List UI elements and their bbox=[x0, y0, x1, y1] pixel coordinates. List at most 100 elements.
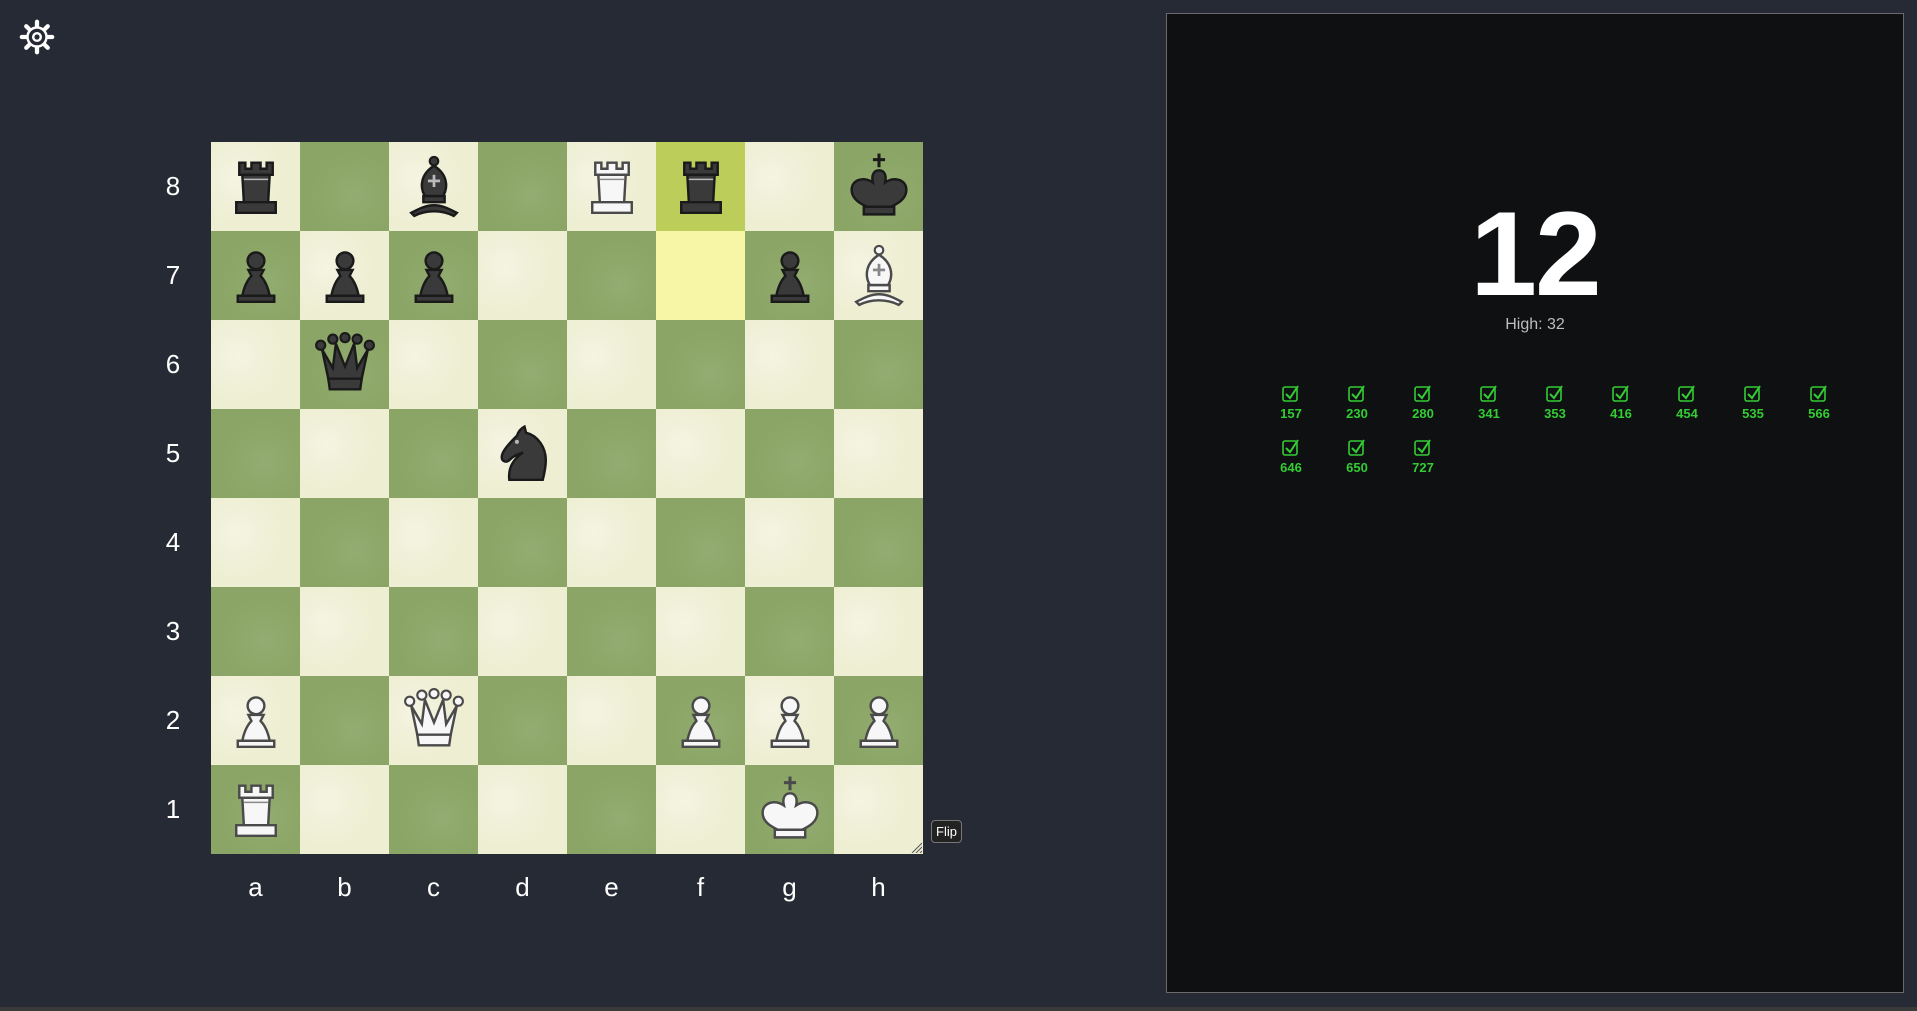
square-b7[interactable] bbox=[300, 231, 389, 320]
square-b1[interactable] bbox=[300, 765, 389, 854]
black-pawn-icon[interactable] bbox=[396, 238, 472, 314]
square-b4[interactable] bbox=[300, 498, 389, 587]
history-item[interactable]: 566 bbox=[1786, 384, 1852, 438]
history-item[interactable]: 454 bbox=[1654, 384, 1720, 438]
square-h6[interactable] bbox=[834, 320, 923, 409]
history-item[interactable]: 416 bbox=[1588, 384, 1654, 438]
square-f4[interactable] bbox=[656, 498, 745, 587]
square-a3[interactable] bbox=[211, 587, 300, 676]
white-bishop-icon[interactable] bbox=[841, 238, 917, 314]
square-b8[interactable] bbox=[300, 142, 389, 231]
square-c2[interactable] bbox=[389, 676, 478, 765]
square-d1[interactable] bbox=[478, 765, 567, 854]
square-e6[interactable] bbox=[567, 320, 656, 409]
history-item[interactable]: 650 bbox=[1324, 438, 1390, 492]
square-c8[interactable] bbox=[389, 142, 478, 231]
square-b5[interactable] bbox=[300, 409, 389, 498]
square-e7[interactable] bbox=[567, 231, 656, 320]
square-b2[interactable] bbox=[300, 676, 389, 765]
square-d4[interactable] bbox=[478, 498, 567, 587]
square-f3[interactable] bbox=[656, 587, 745, 676]
square-d2[interactable] bbox=[478, 676, 567, 765]
square-h2[interactable] bbox=[834, 676, 923, 765]
black-knight-icon[interactable] bbox=[485, 416, 561, 492]
square-a5[interactable] bbox=[211, 409, 300, 498]
square-a2[interactable] bbox=[211, 676, 300, 765]
square-a7[interactable] bbox=[211, 231, 300, 320]
black-pawn-icon[interactable] bbox=[307, 238, 383, 314]
white-pawn-icon[interactable] bbox=[752, 683, 828, 759]
square-b3[interactable] bbox=[300, 587, 389, 676]
square-a6[interactable] bbox=[211, 320, 300, 409]
square-h7[interactable] bbox=[834, 231, 923, 320]
file-label: g bbox=[782, 872, 797, 902]
square-c6[interactable] bbox=[389, 320, 478, 409]
black-rook-icon[interactable] bbox=[218, 149, 294, 225]
white-rook-icon[interactable] bbox=[218, 772, 294, 848]
square-g8[interactable] bbox=[745, 142, 834, 231]
square-c4[interactable] bbox=[389, 498, 478, 587]
square-f5[interactable] bbox=[656, 409, 745, 498]
square-f7[interactable] bbox=[656, 231, 745, 320]
black-bishop-icon[interactable] bbox=[396, 149, 472, 225]
square-d5[interactable] bbox=[478, 409, 567, 498]
square-e5[interactable] bbox=[567, 409, 656, 498]
square-d8[interactable] bbox=[478, 142, 567, 231]
square-e4[interactable] bbox=[567, 498, 656, 587]
square-a8[interactable] bbox=[211, 142, 300, 231]
square-c7[interactable] bbox=[389, 231, 478, 320]
settings-gear-icon[interactable] bbox=[18, 18, 56, 56]
square-c3[interactable] bbox=[389, 587, 478, 676]
square-h8[interactable] bbox=[834, 142, 923, 231]
square-f2[interactable] bbox=[656, 676, 745, 765]
square-g6[interactable] bbox=[745, 320, 834, 409]
square-f8[interactable] bbox=[656, 142, 745, 231]
white-king-icon[interactable] bbox=[752, 772, 828, 848]
square-g3[interactable] bbox=[745, 587, 834, 676]
square-h5[interactable] bbox=[834, 409, 923, 498]
history-item[interactable]: 353 bbox=[1522, 384, 1588, 438]
square-g2[interactable] bbox=[745, 676, 834, 765]
file-label: c bbox=[427, 872, 440, 902]
history-item[interactable]: 646 bbox=[1258, 438, 1324, 492]
white-pawn-icon[interactable] bbox=[663, 683, 739, 759]
square-h4[interactable] bbox=[834, 498, 923, 587]
square-c1[interactable] bbox=[389, 765, 478, 854]
history-item[interactable]: 157 bbox=[1258, 384, 1324, 438]
square-a1[interactable] bbox=[211, 765, 300, 854]
white-queen-icon[interactable] bbox=[396, 683, 472, 759]
square-c5[interactable] bbox=[389, 409, 478, 498]
resize-grip-icon[interactable] bbox=[910, 841, 922, 853]
white-pawn-icon[interactable] bbox=[841, 683, 917, 759]
square-d3[interactable] bbox=[478, 587, 567, 676]
black-rook-icon[interactable] bbox=[663, 149, 739, 225]
history-item[interactable]: 535 bbox=[1720, 384, 1786, 438]
history-item[interactable]: 280 bbox=[1390, 384, 1456, 438]
white-rook-icon[interactable] bbox=[574, 149, 650, 225]
chess-board[interactable] bbox=[211, 142, 923, 854]
square-f6[interactable] bbox=[656, 320, 745, 409]
square-f1[interactable] bbox=[656, 765, 745, 854]
white-pawn-icon[interactable] bbox=[218, 683, 294, 759]
square-g4[interactable] bbox=[745, 498, 834, 587]
square-e3[interactable] bbox=[567, 587, 656, 676]
square-e8[interactable] bbox=[567, 142, 656, 231]
history-item[interactable]: 727 bbox=[1390, 438, 1456, 492]
square-g5[interactable] bbox=[745, 409, 834, 498]
black-king-icon[interactable] bbox=[841, 149, 917, 225]
square-d7[interactable] bbox=[478, 231, 567, 320]
square-e2[interactable] bbox=[567, 676, 656, 765]
square-d6[interactable] bbox=[478, 320, 567, 409]
square-g1[interactable] bbox=[745, 765, 834, 854]
black-pawn-icon[interactable] bbox=[218, 238, 294, 314]
history-item[interactable]: 230 bbox=[1324, 384, 1390, 438]
history-item[interactable]: 341 bbox=[1456, 384, 1522, 438]
square-h3[interactable] bbox=[834, 587, 923, 676]
flip-board-button[interactable]: Flip bbox=[931, 820, 962, 843]
square-a4[interactable] bbox=[211, 498, 300, 587]
square-e1[interactable] bbox=[567, 765, 656, 854]
black-pawn-icon[interactable] bbox=[752, 238, 828, 314]
black-queen-icon[interactable] bbox=[307, 327, 383, 403]
square-g7[interactable] bbox=[745, 231, 834, 320]
square-b6[interactable] bbox=[300, 320, 389, 409]
